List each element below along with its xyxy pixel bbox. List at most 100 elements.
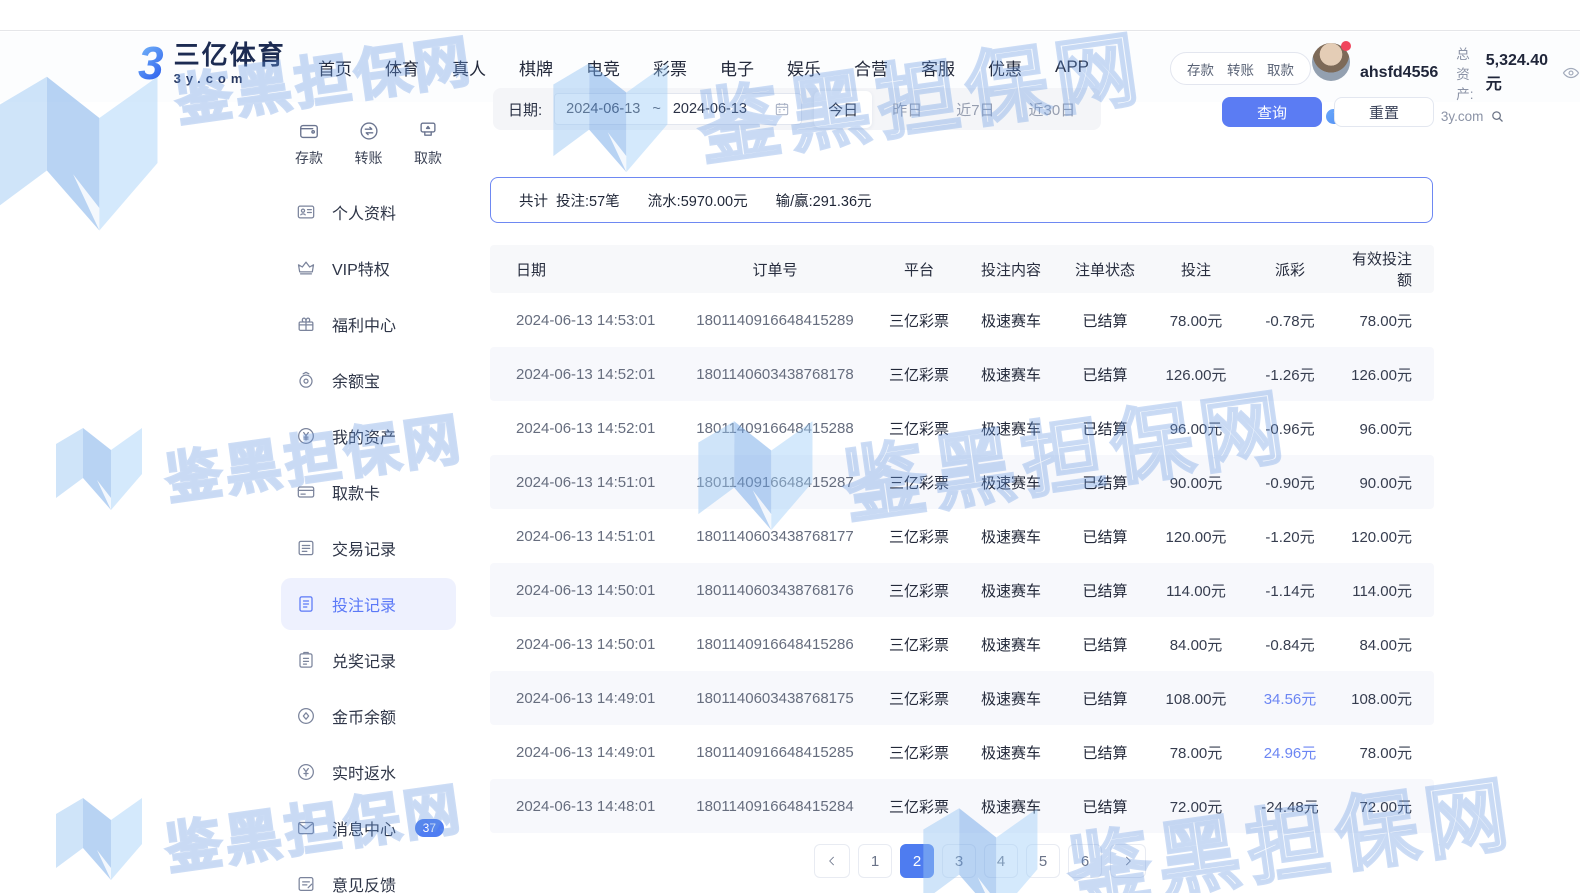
cell-bet: 126.00元 [1151, 364, 1241, 385]
notification-dot [1341, 41, 1351, 51]
cell-valid: 96.00元 [1339, 418, 1434, 439]
table-row: 2024-06-13 14:51:011801140603438768177三亿… [490, 509, 1434, 563]
cell-date: 2024-06-13 14:52:01 [490, 366, 675, 383]
sidebar-item-coin-balance[interactable]: 金币余额 [281, 690, 456, 742]
reset-button[interactable]: 重置 [1334, 97, 1434, 127]
sidebar-item-bet-records[interactable]: 投注记录 [281, 578, 456, 630]
quick-action-withdraw[interactable]: 取款 [400, 120, 456, 168]
date-filter-group: 日期: 2024-06-13 ~ 2024-06-13 今日昨日近7日近30日 [493, 88, 1101, 130]
nav-item-11[interactable]: APP [1055, 57, 1089, 77]
cell-platform: 三亿彩票 [875, 580, 963, 601]
sidebar-item-profile[interactable]: 个人资料 [281, 186, 456, 238]
sidebar-item-assets[interactable]: 我的资产 [281, 410, 456, 462]
sidebar-item-vip[interactable]: VIP特权 [281, 242, 456, 294]
coins-icon [296, 706, 316, 726]
cell-order: 1801140916648415285 [675, 744, 875, 761]
sidebar-item-yuebao[interactable]: 余额宝 [281, 354, 456, 406]
table-body: 2024-06-13 14:53:011801140916648415289三亿… [490, 293, 1434, 833]
page-button-4[interactable]: 4 [984, 844, 1018, 878]
cell-valid: 126.00元 [1339, 364, 1434, 385]
cell-order: 1801140916648415286 [675, 636, 875, 653]
page-button-6[interactable]: 6 [1068, 844, 1102, 878]
cell-valid: 78.00元 [1339, 310, 1434, 331]
cell-platform: 三亿彩票 [875, 688, 963, 709]
cell-content: 极速赛车 [963, 418, 1059, 439]
logo-glyph-icon: 3 [138, 40, 164, 86]
cell-payout: -1.14元 [1241, 580, 1339, 601]
cell-order: 1801140916648415288 [675, 420, 875, 437]
wallet-link-transfer[interactable]: 转账 [1227, 59, 1254, 79]
nav-item-8[interactable]: 合营 [854, 55, 888, 80]
prev-page-button[interactable] [814, 844, 850, 878]
cell-platform: 三亿彩票 [875, 634, 963, 655]
cell-bet: 84.00元 [1151, 634, 1241, 655]
cell-content: 极速赛车 [963, 472, 1059, 493]
sidebar-item-withdraw-card[interactable]: 取款卡 [281, 466, 456, 518]
sidebar-item-redeem-records[interactable]: 兑奖记录 [281, 634, 456, 686]
nav-item-0[interactable]: 首页 [318, 55, 352, 80]
pagination: 123456 [490, 844, 1434, 878]
nav-item-4[interactable]: 电竞 [586, 55, 620, 80]
sidebar-quick-actions: 存款转账取款 [281, 120, 456, 168]
guarantee-watermark-logo-icon [50, 788, 170, 892]
cell-payout: -24.48元 [1241, 796, 1339, 817]
sidebar-item-label: 意见反馈 [332, 872, 396, 893]
nav-item-7[interactable]: 娱乐 [787, 55, 821, 80]
page-button-3[interactable]: 3 [942, 844, 976, 878]
nav-item-3[interactable]: 棋牌 [519, 55, 553, 80]
cell-payout: -1.26元 [1241, 364, 1339, 385]
column-header-4: 注单状态 [1059, 259, 1151, 280]
sidebar-item-welfare[interactable]: 福利中心 [281, 298, 456, 350]
sidebar-item-messages[interactable]: 消息中心37 [281, 802, 456, 854]
range-button-yesterday[interactable]: 昨日 [878, 91, 936, 128]
wallet-link-deposit[interactable]: 存款 [1187, 59, 1214, 79]
redeem-icon [296, 650, 316, 670]
range-button-today[interactable]: 今日 [814, 91, 872, 128]
column-header-3: 投注内容 [963, 259, 1059, 280]
cell-status: 已结算 [1059, 742, 1151, 763]
range-button-last-7-days[interactable]: 近7日 [942, 91, 1008, 128]
cell-bet: 72.00元 [1151, 796, 1241, 817]
sidebar-item-transactions[interactable]: 交易记录 [281, 522, 456, 574]
nav-item-6[interactable]: 电子 [720, 55, 754, 80]
logo-domain: 3y.com [174, 71, 286, 86]
cell-content: 极速赛车 [963, 580, 1059, 601]
nav-item-10[interactable]: 优惠 [988, 55, 1022, 80]
username: ahsfd4556 [1360, 64, 1438, 82]
bet-records-table: 日期订单号平台投注内容注单状态投注派彩有效投注额 2024-06-13 14:5… [490, 245, 1434, 833]
summary-winloss: 输/赢:291.36元 [776, 190, 872, 211]
nav-item-2[interactable]: 真人 [452, 55, 486, 80]
quick-action-deposit[interactable]: 存款 [281, 120, 337, 168]
table-row: 2024-06-13 14:49:011801140916648415285三亿… [490, 725, 1434, 779]
nav-item-5[interactable]: 彩票 [653, 55, 687, 80]
eye-icon[interactable] [1562, 64, 1580, 82]
cell-platform: 三亿彩票 [875, 742, 963, 763]
cell-bet: 108.00元 [1151, 688, 1241, 709]
page-button-1[interactable]: 1 [858, 844, 892, 878]
nav-item-1[interactable]: 体育 [385, 55, 419, 80]
cell-date: 2024-06-13 14:49:01 [490, 744, 675, 761]
page-button-2[interactable]: 2 [900, 844, 934, 878]
cell-content: 极速赛车 [963, 364, 1059, 385]
cell-payout: -1.20元 [1241, 526, 1339, 547]
search-button[interactable]: 查询 [1222, 97, 1322, 127]
wallet-link-withdraw[interactable]: 取款 [1267, 59, 1294, 79]
cell-date: 2024-06-13 14:49:01 [490, 690, 675, 707]
cell-content: 极速赛车 [963, 742, 1059, 763]
quick-action-transfer[interactable]: 转账 [341, 120, 397, 168]
calendar-icon[interactable] [774, 101, 790, 117]
sidebar-item-rebate[interactable]: 实时返水 [281, 746, 456, 798]
nav-item-9[interactable]: 客服 [921, 55, 955, 80]
page-button-5[interactable]: 5 [1026, 844, 1060, 878]
table-row: 2024-06-13 14:50:011801140916648415286三亿… [490, 617, 1434, 671]
search-icon[interactable] [1490, 109, 1505, 124]
cell-payout: 24.96元 [1241, 742, 1339, 763]
range-button-last-30-days[interactable]: 近30日 [1015, 91, 1090, 128]
date-range-input[interactable]: 2024-06-13 ~ 2024-06-13 [554, 93, 802, 125]
site-logo[interactable]: 3 三亿体育 3y.com [138, 40, 286, 86]
cell-payout: -0.84元 [1241, 634, 1339, 655]
cell-payout: 34.56元 [1241, 688, 1339, 709]
chevron-left-icon [825, 854, 839, 868]
next-page-button[interactable] [1110, 844, 1146, 878]
sidebar-item-feedback[interactable]: 意见反馈 [281, 858, 456, 893]
